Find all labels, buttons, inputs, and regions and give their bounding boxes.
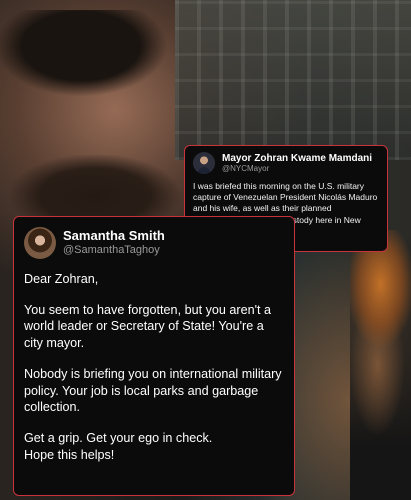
- mayor-display-name[interactable]: Mayor Zohran Kwame Mamdani: [222, 153, 372, 165]
- mayor-handle[interactable]: @NYCMayor: [222, 164, 372, 173]
- reply-greeting: Dear Zohran,: [24, 272, 99, 286]
- reply-names: Samantha Smith @SamanthaTaghoy: [63, 228, 165, 257]
- reply-closing: Get a grip. Get your ego in check. Hope …: [24, 430, 284, 463]
- reply-tweet-header: Samantha Smith @SamanthaTaghoy: [24, 227, 284, 259]
- mayor-names: Mayor Zohran Kwame Mamdani @NYCMayor: [222, 153, 372, 174]
- reply-tweet-text: Dear Zohran, You seem to have forgotten,…: [24, 271, 284, 464]
- background-person-hair: [0, 10, 180, 100]
- reply-closing-line-2: Hope this helps!: [24, 447, 115, 462]
- reply-closing-line-1: Get a grip. Get your ego in check.: [24, 431, 213, 446]
- reply-paragraph-2: Nobody is briefing you on international …: [24, 366, 282, 415]
- background-second-person: [350, 230, 411, 500]
- reply-display-name[interactable]: Samantha Smith: [63, 228, 165, 244]
- mayor-tweet-header: Mayor Zohran Kwame Mamdani @NYCMayor: [193, 152, 379, 174]
- samantha-avatar[interactable]: [24, 227, 56, 259]
- reply-tweet-card[interactable]: Samantha Smith @SamanthaTaghoy Dear Zohr…: [13, 216, 295, 496]
- reply-handle[interactable]: @SamanthaTaghoy: [63, 244, 165, 257]
- background-window: [175, 0, 411, 160]
- reply-paragraph-1: You seem to have forgotten, but you aren…: [24, 302, 271, 351]
- mayor-avatar[interactable]: [193, 152, 215, 174]
